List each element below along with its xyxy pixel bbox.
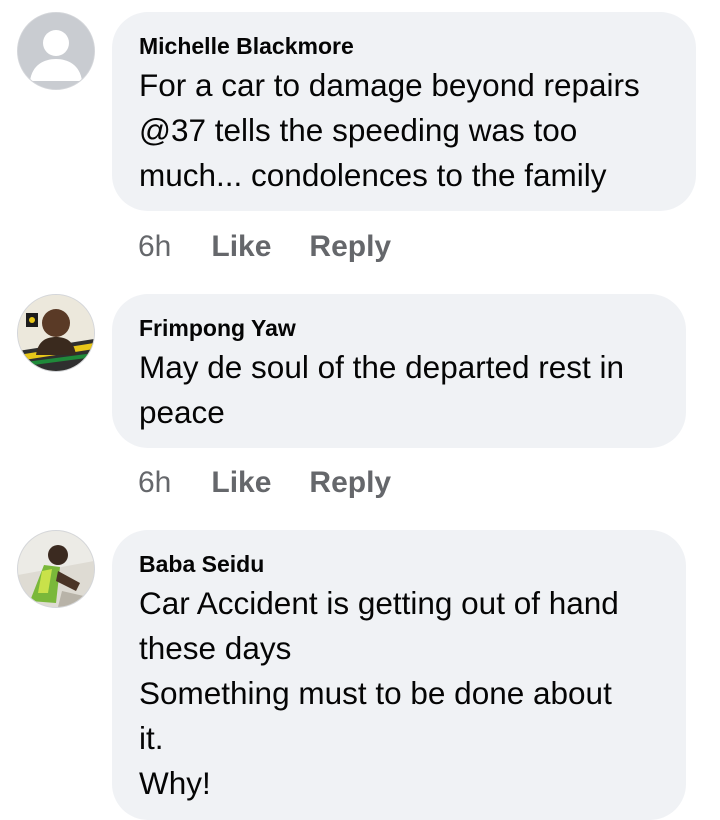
comment-author[interactable]: Michelle Blackmore (139, 32, 670, 60)
comment-bubble: Michelle Blackmore For a car to damage b… (112, 12, 696, 211)
avatar[interactable] (17, 530, 95, 608)
like-button[interactable]: Like (211, 230, 271, 264)
profile-photo (18, 295, 94, 371)
comment-bubble: Baba Seidu Car Accident is getting out o… (112, 530, 686, 820)
comment-bubble: Frimpong Yaw May de soul of the departed… (112, 294, 686, 448)
comment-timestamp[interactable]: 6h (138, 466, 171, 500)
like-button[interactable]: Like (211, 466, 271, 500)
comment-text: May de soul of the departed rest in peac… (139, 349, 625, 430)
comment-actions: 6h Like Reply (138, 463, 391, 503)
default-profile-icon (18, 13, 94, 89)
reply-button[interactable]: Reply (309, 230, 391, 264)
comment-actions: 6h Like Reply (138, 227, 391, 267)
profile-photo (18, 531, 94, 607)
comment-author[interactable]: Frimpong Yaw (139, 314, 660, 342)
avatar[interactable] (17, 294, 95, 372)
avatar[interactable] (17, 12, 95, 90)
comment-timestamp[interactable]: 6h (138, 230, 171, 264)
comment-text: Car Accident is getting out of hand thes… (139, 585, 619, 801)
reply-button[interactable]: Reply (309, 466, 391, 500)
comment-text: For a car to damage beyond repairs @37 t… (139, 67, 640, 193)
comment-author[interactable]: Baba Seidu (139, 550, 660, 578)
